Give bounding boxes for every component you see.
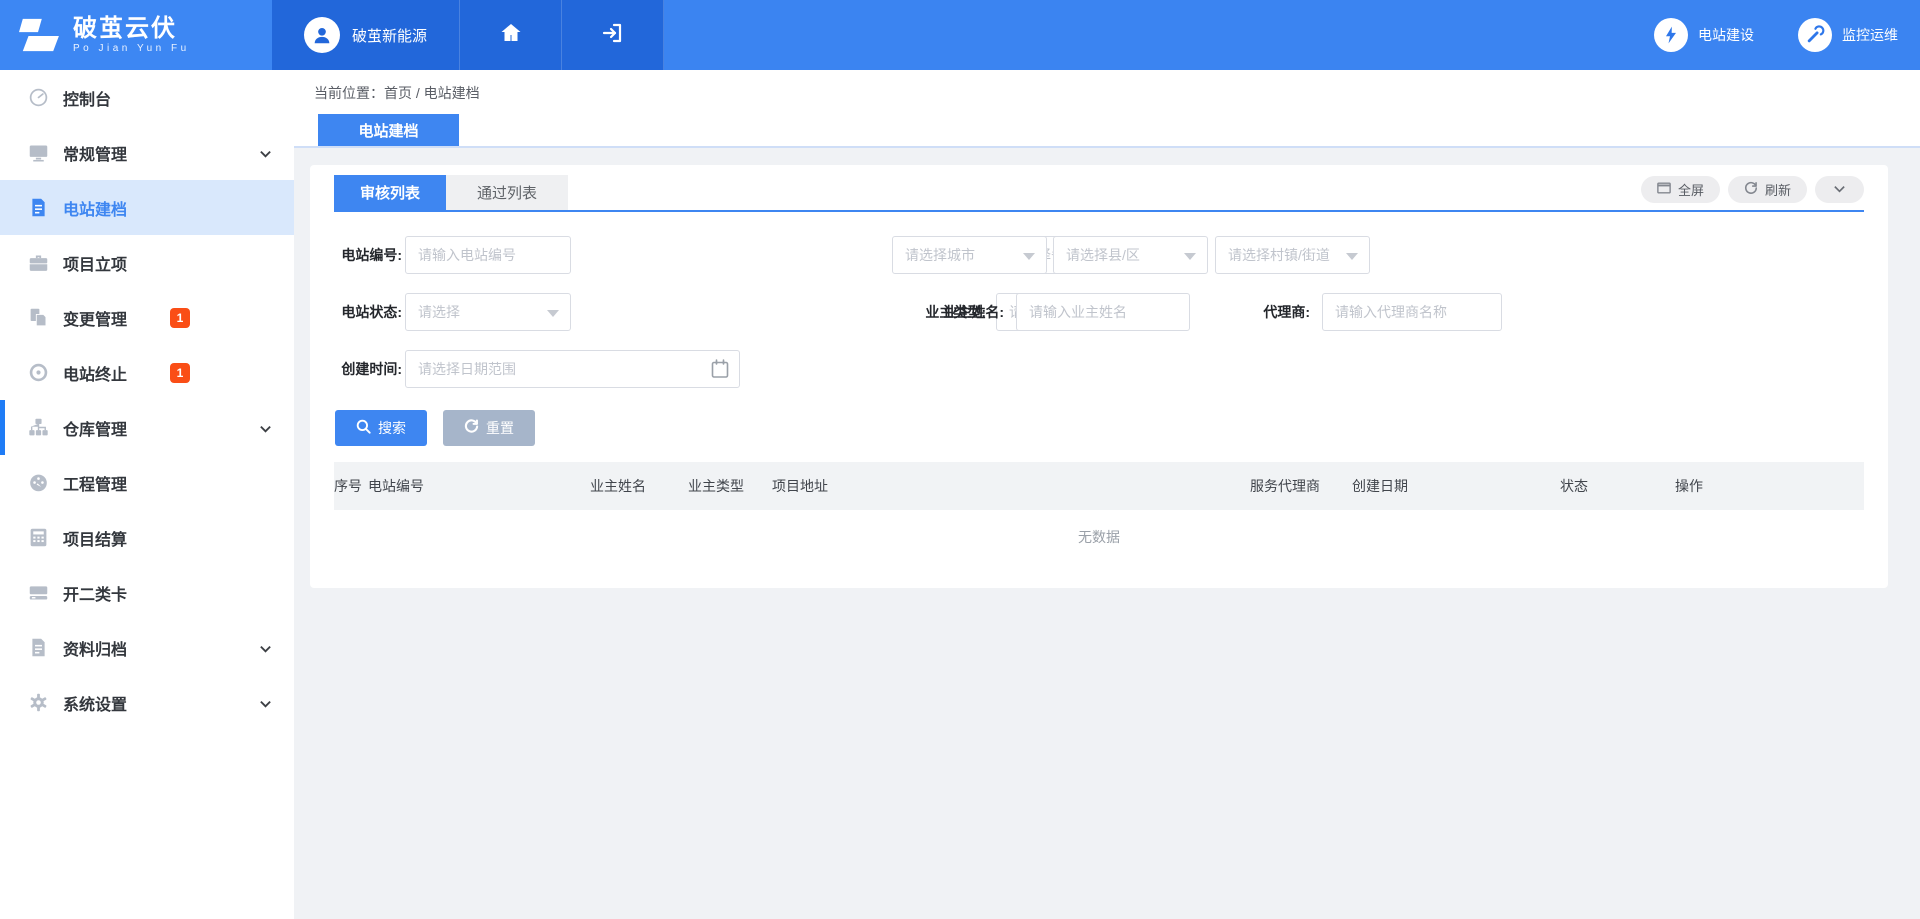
- column-header: 操作: [1675, 476, 1864, 496]
- nav-station-construction[interactable]: 电站建设: [1654, 18, 1754, 52]
- sidebar-item-warehouse-mgmt[interactable]: 仓库管理: [0, 400, 294, 455]
- chevron-down-icon: [259, 147, 272, 165]
- nav-label: 监控运维: [1842, 25, 1898, 45]
- chevron-down-icon: [259, 422, 272, 440]
- city-select[interactable]: 请选择城市: [892, 236, 1047, 274]
- briefcase-icon: [27, 252, 49, 274]
- owner-name-input[interactable]: [1016, 293, 1190, 331]
- column-header: 项目地址: [772, 476, 1250, 496]
- created-time-label: 创建时间:: [332, 350, 402, 388]
- empty-state-text: 无数据: [310, 527, 1888, 547]
- reset-button[interactable]: 重置: [443, 410, 535, 446]
- tab-review-list[interactable]: 审核列表: [334, 175, 446, 210]
- station-no-label: 电站编号:: [332, 236, 402, 274]
- caret-down-icon: [1346, 253, 1358, 260]
- sidebar: 控制台 常规管理 电站建档 项目立项 变更管理: [0, 70, 294, 919]
- table-header-row: 序号 电站编号 业主姓名 业主类型 项目地址 服务代理商 创建日期 状态 操作: [334, 462, 1864, 510]
- collapse-toolbar-button[interactable]: [1815, 176, 1864, 203]
- monitor-icon: [27, 142, 49, 164]
- date-range-input[interactable]: [405, 350, 740, 388]
- avatar: [304, 17, 340, 53]
- gear-icon: [27, 692, 49, 714]
- column-header: 创建日期: [1352, 476, 1560, 496]
- notification-badge: 1: [170, 363, 190, 383]
- station-no-input[interactable]: [405, 236, 571, 274]
- sidebar-item-station-filing[interactable]: 电站建档: [0, 180, 294, 235]
- breadcrumb: 当前位置：首页 / 电站建档: [314, 83, 480, 103]
- sidebar-item-card-opening[interactable]: 开二类卡: [0, 565, 294, 620]
- logout-icon: [601, 21, 625, 50]
- sidebar-item-change-mgmt[interactable]: 变更管理 1: [0, 290, 294, 345]
- caret-down-icon: [1023, 253, 1035, 260]
- wrench-icon: [1798, 18, 1832, 52]
- top-header: 破茧云伏 Po Jian Yun Fu 破茧新能源: [0, 0, 1920, 70]
- calendar-icon: [711, 359, 729, 384]
- column-header: 序号: [334, 476, 368, 496]
- fullscreen-icon: [1657, 182, 1671, 197]
- gauge-icon: [27, 472, 49, 494]
- brand-title: 破茧云伏: [73, 16, 190, 42]
- chevron-down-icon: [259, 697, 272, 715]
- calculator-icon: [27, 527, 49, 549]
- nav-label: 电站建设: [1698, 25, 1754, 45]
- logout-button[interactable]: [562, 0, 664, 70]
- copy-icon: [27, 307, 49, 329]
- active-section-indicator: [0, 400, 5, 455]
- sidebar-item-general-mgmt[interactable]: 常规管理: [0, 125, 294, 180]
- list-tabs: 审核列表 通过列表 全屏 刷新: [334, 175, 1864, 212]
- sidebar-item-data-archiving[interactable]: 资料归档: [0, 620, 294, 675]
- tab-passed-list[interactable]: 通过列表: [446, 175, 568, 210]
- village-select[interactable]: 请选择村镇/街道: [1215, 236, 1370, 274]
- brand-logo-icon: [15, 16, 61, 54]
- card-icon: [27, 582, 49, 604]
- sitemap-icon: [27, 417, 49, 439]
- nav-monitoring-ops[interactable]: 监控运维: [1798, 18, 1898, 52]
- column-header: 业主类型: [688, 476, 772, 496]
- company-name: 破茧新能源: [352, 25, 427, 46]
- document-icon: [27, 197, 49, 219]
- breadcrumb-label: 当前位置：: [314, 85, 384, 101]
- brand-logo: 破茧云伏 Po Jian Yun Fu: [0, 0, 272, 70]
- dashboard-icon: [27, 87, 49, 109]
- reset-icon: [464, 419, 479, 437]
- target-icon: [27, 362, 49, 384]
- sidebar-item-system-settings[interactable]: 系统设置: [0, 675, 294, 730]
- main-content: 当前位置：首页 / 电站建档 电站建档 审核列表 通过列表 全屏: [294, 70, 1920, 919]
- chevron-down-icon: [1833, 182, 1846, 198]
- chevron-down-icon: [259, 642, 272, 660]
- sidebar-item-project-settlement[interactable]: 项目结算: [0, 510, 294, 565]
- user-account[interactable]: 破茧新能源: [272, 0, 460, 70]
- page-tab-station-filing[interactable]: 电站建档: [318, 114, 459, 146]
- home-button[interactable]: [460, 0, 562, 70]
- sidebar-item-engineering-mgmt[interactable]: 工程管理: [0, 455, 294, 510]
- column-header: 业主姓名: [590, 476, 688, 496]
- owner-name-label: 业主姓名:: [924, 293, 1004, 331]
- sidebar-item-project-initiation[interactable]: 项目立项: [0, 235, 294, 290]
- caret-down-icon: [547, 310, 559, 317]
- sidebar-item-station-termination[interactable]: 电站终止 1: [0, 345, 294, 400]
- caret-down-icon: [1184, 253, 1196, 260]
- fullscreen-button[interactable]: 全屏: [1641, 176, 1720, 203]
- agent-input[interactable]: [1322, 293, 1502, 331]
- brand-subtitle: Po Jian Yun Fu: [73, 42, 190, 55]
- county-select[interactable]: 请选择县/区: [1053, 236, 1208, 274]
- station-status-label: 电站状态:: [332, 293, 402, 331]
- column-header: 服务代理商: [1250, 476, 1352, 496]
- home-icon: [499, 21, 523, 50]
- column-header: 状态: [1560, 476, 1675, 496]
- breadcrumb-bar: 当前位置：首页 / 电站建档 电站建档: [294, 70, 1920, 148]
- column-header: 电站编号: [368, 476, 590, 496]
- agent-label: 代理商:: [1240, 293, 1310, 331]
- sidebar-item-console[interactable]: 控制台: [0, 70, 294, 125]
- search-icon: [356, 419, 371, 437]
- notification-badge: 1: [170, 308, 190, 328]
- content-panel: 审核列表 通过列表 全屏 刷新: [310, 165, 1888, 588]
- lightning-icon: [1654, 18, 1688, 52]
- refresh-icon: [1744, 181, 1758, 198]
- breadcrumb-path[interactable]: 首页 / 电站建档: [384, 85, 480, 101]
- station-status-select[interactable]: 请选择: [405, 293, 571, 331]
- refresh-button[interactable]: 刷新: [1728, 176, 1807, 203]
- archive-file-icon: [27, 637, 49, 659]
- search-button[interactable]: 搜索: [335, 410, 427, 446]
